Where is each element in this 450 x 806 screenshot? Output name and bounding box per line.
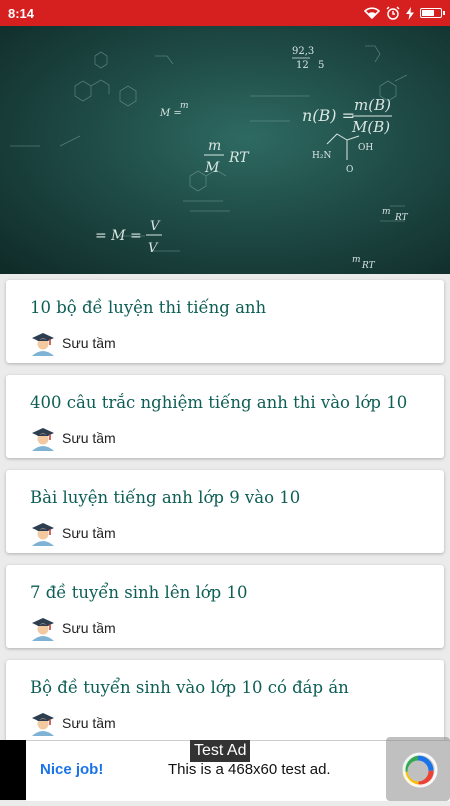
formula-ratio: 92,3	[292, 46, 314, 57]
formula-mM2: m	[382, 207, 391, 217]
formula-M: M	[204, 160, 220, 176]
graduate-avatar-icon	[32, 618, 54, 641]
item-author: Sưu tầm	[30, 710, 116, 736]
formula-ratio-right: 5	[318, 60, 324, 71]
item-title: Bộ đề tuyển sinh vào lớp 10 có đáp án	[30, 678, 349, 697]
status-icons	[364, 6, 445, 20]
formula-m: m	[208, 138, 221, 154]
author-label: Sưu tầm	[62, 525, 116, 541]
graduate-avatar-icon	[32, 333, 54, 356]
chemistry-formula-illustration: 92,3 12 5 n(B) = m(B) M(B) H₂N OH O m M …	[10, 45, 409, 271]
wifi-icon	[364, 7, 380, 19]
formula-nb: n(B) =	[302, 106, 355, 125]
battery-level	[422, 10, 434, 16]
item-title: 10 bộ đề luyện thi tiếng anh	[30, 298, 267, 317]
graduate-avatar-icon	[32, 523, 54, 546]
list-item[interactable]: 400 câu trắc nghiệm tiếng anh thi vào lớ…	[6, 375, 444, 458]
status-time: 8:14	[8, 5, 35, 21]
formula-mM3: m	[352, 255, 361, 265]
ad-cta[interactable]: Nice job!	[40, 761, 103, 778]
formula-oh: OH	[358, 143, 373, 153]
formula-mb-num: m(B)	[354, 96, 391, 114]
formula-RT: RT	[228, 150, 250, 166]
battery-icon	[420, 8, 445, 18]
item-title: 7 đề tuyển sinh lên lớp 10	[30, 583, 248, 602]
formula-RT2: RT	[394, 213, 409, 223]
ad-text[interactable]: This is a 468x60 test ad.	[168, 761, 331, 778]
status-bar: 8:14	[0, 0, 450, 26]
formula-h2n: H₂N	[312, 151, 331, 161]
charging-icon	[406, 6, 414, 20]
item-author: Sưu tầm	[30, 330, 116, 356]
ad-badge: Test Ad	[190, 740, 251, 762]
formula-o: O	[346, 165, 353, 175]
author-label: Sưu tầm	[62, 335, 116, 351]
item-author: Sưu tầm	[30, 425, 116, 451]
ad-logo-icon	[402, 752, 438, 788]
formula-mM: m	[180, 101, 189, 111]
author-label: Sưu tầm	[62, 430, 116, 446]
formula-Vm: V	[148, 241, 159, 256]
formula-V: V	[150, 219, 161, 234]
formula-M-eq: M =	[159, 108, 182, 119]
author-label: Sưu tầm	[62, 715, 116, 731]
list-item[interactable]: 7 đề tuyển sinh lên lớp 10 Sưu tầm	[6, 565, 444, 648]
author-label: Sưu tầm	[62, 620, 116, 636]
item-author: Sưu tầm	[30, 615, 116, 641]
alarm-icon	[386, 6, 400, 20]
formula-ratio-den: 12	[296, 60, 309, 71]
formula-mb-den: M(B)	[351, 118, 390, 136]
item-title: 400 câu trắc nghiệm tiếng anh thi vào lớ…	[30, 393, 408, 412]
hero-banner: 92,3 12 5 n(B) = m(B) M(B) H₂N OH O m M …	[0, 26, 450, 274]
list-item[interactable]: Bộ đề tuyển sinh vào lớp 10 có đáp án Sư…	[6, 660, 444, 743]
graduate-avatar-icon	[32, 713, 54, 736]
list-item[interactable]: 10 bộ đề luyện thi tiếng anh Sưu tầm	[6, 280, 444, 363]
item-author: Sưu tầm	[30, 520, 116, 546]
graduate-avatar-icon	[32, 428, 54, 451]
list-item[interactable]: Bài luyện tiếng anh lớp 9 vào 10 Sưu tầm	[6, 470, 444, 553]
formula-RT3: RT	[361, 261, 376, 271]
item-title: Bài luyện tiếng anh lớp 9 vào 10	[30, 488, 301, 507]
ad-logo[interactable]	[386, 737, 450, 801]
formula-MeqM: = M =	[95, 228, 142, 244]
ad-left-bar	[0, 740, 26, 800]
